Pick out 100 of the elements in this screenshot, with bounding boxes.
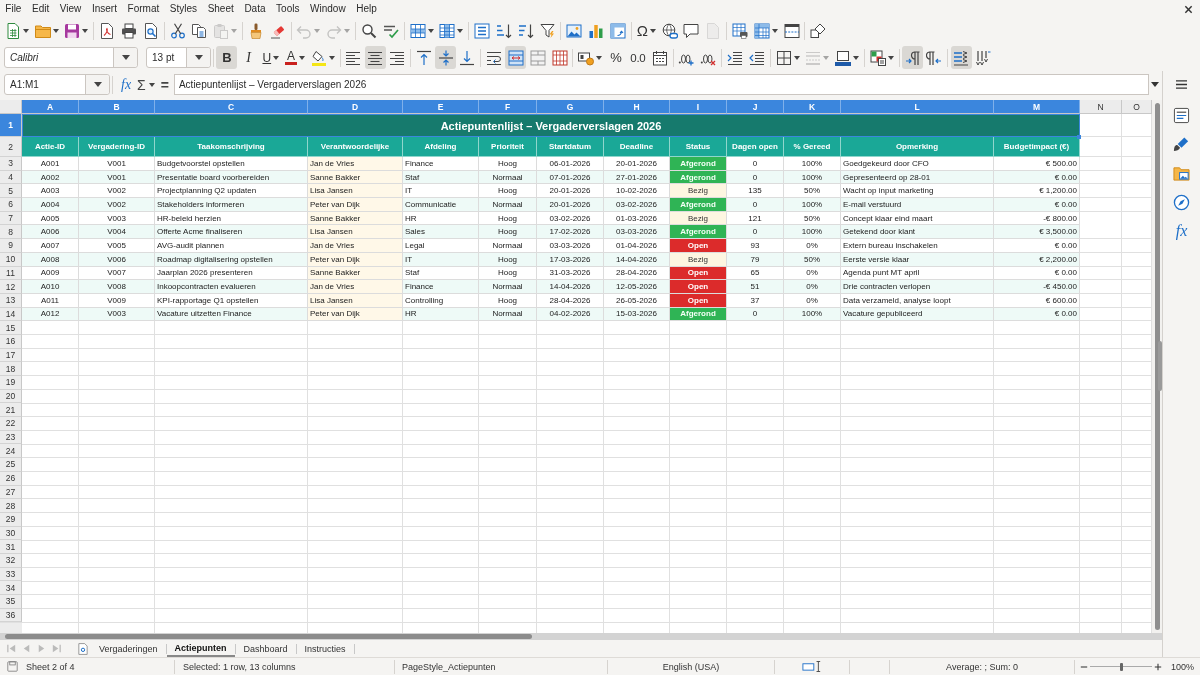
- column-header[interactable]: H: [604, 100, 670, 114]
- menu-item[interactable]: Format: [122, 1, 165, 17]
- percent-button[interactable]: %: [605, 46, 627, 70]
- name-box[interactable]: A1:M1: [4, 74, 110, 95]
- row-header[interactable]: 12: [0, 280, 22, 294]
- row-header[interactable]: 3: [0, 157, 22, 171]
- menu-item[interactable]: Edit: [26, 1, 55, 17]
- standard-button[interactable]: 0.0: [627, 46, 649, 70]
- table-cell: Finance: [403, 280, 479, 294]
- highlighter-icon: [310, 49, 327, 66]
- text-horizontal-button[interactable]: [950, 46, 972, 70]
- row-header[interactable]: 25: [0, 458, 22, 472]
- zoom-percentage[interactable]: 100%: [1171, 661, 1195, 672]
- page-plus-icon: [78, 642, 88, 655]
- formula-button[interactable]: =: [157, 74, 172, 95]
- function-wizard-button[interactable]: fx: [118, 74, 135, 95]
- row-header[interactable]: 9: [0, 239, 22, 253]
- sum-button[interactable]: Σ: [134, 74, 158, 95]
- banknote-icon: [578, 49, 595, 66]
- special-char-button[interactable]: Ω: [634, 19, 659, 43]
- row-header[interactable]: 31: [0, 540, 22, 554]
- column-header[interactable]: F: [479, 100, 537, 114]
- menu-item[interactable]: Window: [304, 1, 351, 17]
- row-header[interactable]: 21: [0, 403, 22, 418]
- sort-list-icon: [474, 23, 491, 40]
- column-header[interactable]: E: [403, 100, 479, 114]
- sidebar-handle[interactable]: [1158, 341, 1162, 391]
- sheet-tab[interactable]: Actiepunten: [166, 640, 235, 657]
- table-cell: 0: [727, 157, 784, 171]
- column-header[interactable]: I: [670, 100, 727, 114]
- ltr-button[interactable]: [902, 46, 924, 70]
- row-header[interactable]: 24: [0, 444, 22, 459]
- dropdown-button[interactable]: [85, 75, 109, 94]
- menu-item[interactable]: Help: [350, 1, 383, 17]
- printer-icon: [121, 23, 137, 40]
- properties-panel-icon: [1173, 106, 1190, 124]
- column-header[interactable]: C: [155, 100, 308, 114]
- row-header[interactable]: 6: [0, 198, 22, 212]
- menu-item[interactable]: File: [0, 1, 27, 17]
- row-header[interactable]: 35: [0, 595, 22, 609]
- page-style: PageStyle_Actiepunten: [402, 661, 496, 672]
- menu-item[interactable]: View: [54, 1, 87, 17]
- align-center-icon: [367, 49, 384, 66]
- row-header[interactable]: 1: [0, 114, 22, 137]
- sheet-tab[interactable]: Vergaderingen: [91, 640, 166, 657]
- table-cell: 14-04-2026: [537, 280, 604, 294]
- bold-button[interactable]: B: [216, 46, 238, 70]
- column-heading: Actie-ID: [22, 137, 79, 157]
- italic-button[interactable]: I: [238, 46, 260, 70]
- caret-icon: [298, 55, 305, 60]
- column-heading: Startdatum: [537, 137, 604, 157]
- row-header[interactable]: 2: [0, 137, 22, 157]
- row-header[interactable]: 19: [0, 376, 22, 390]
- zoom-in-button[interactable]: [1154, 662, 1162, 671]
- column-header[interactable]: A: [22, 100, 79, 114]
- column-header[interactable]: O: [1122, 100, 1152, 114]
- table-cell: A006: [22, 225, 79, 240]
- scrollbar-thumb[interactable]: [5, 634, 532, 639]
- column-header[interactable]: K: [784, 100, 841, 114]
- font-color-button[interactable]: A: [282, 46, 308, 70]
- selection-mode-icon[interactable]: [802, 660, 822, 673]
- row-header[interactable]: 15: [0, 321, 22, 335]
- menu-item[interactable]: Styles: [164, 1, 203, 17]
- font-name-combobox[interactable]: Calibri: [4, 47, 138, 69]
- table-cell: Budgetvoorstel opstellen: [155, 157, 308, 171]
- column-header[interactable]: G: [537, 100, 604, 114]
- underline-button[interactable]: U: [259, 46, 282, 70]
- column-header[interactable]: J: [727, 100, 784, 114]
- slider-thumb[interactable]: [1119, 662, 1123, 671]
- sheet-tab[interactable]: Dashboard: [235, 640, 296, 657]
- dropdown-button[interactable]: [186, 48, 210, 68]
- sheet-tab[interactable]: Instructies: [296, 640, 354, 657]
- add-sheet-button[interactable]: [75, 642, 91, 655]
- functions-button[interactable]: fx: [1168, 219, 1195, 243]
- font-size-combobox[interactable]: 13 pt: [146, 47, 211, 69]
- row-header[interactable]: 18: [0, 362, 22, 376]
- row-header[interactable]: 28: [0, 499, 22, 513]
- horizontal-scrollbar[interactable]: [0, 633, 1162, 640]
- language-indicator: English (USA): [662, 661, 720, 672]
- row-header[interactable]: 34: [0, 581, 22, 595]
- menu-item[interactable]: Sheet: [202, 1, 240, 17]
- menu-item[interactable]: Data: [239, 1, 271, 17]
- column-header[interactable]: N: [1080, 100, 1122, 114]
- column-header[interactable]: B: [79, 100, 155, 114]
- column-header[interactable]: M: [994, 100, 1080, 114]
- align-middle-button[interactable]: [435, 46, 457, 70]
- column-header[interactable]: D: [308, 100, 403, 114]
- fill-handle[interactable]: [1077, 135, 1081, 139]
- row-header[interactable]: 5: [0, 184, 22, 199]
- split-window-icon: [783, 23, 800, 40]
- formula-input[interactable]: Actiepuntenlijst – Vergaderverslagen 2026: [173, 74, 1149, 95]
- row-header[interactable]: 22: [0, 417, 22, 431]
- menu-item[interactable]: Tools: [270, 1, 305, 17]
- align-center-button[interactable]: [364, 46, 386, 70]
- caret-icon: [1150, 82, 1159, 87]
- eraser-icon: [269, 23, 286, 40]
- row-header[interactable]: 8: [0, 225, 22, 240]
- dropdown-button[interactable]: [113, 48, 137, 68]
- menu-item[interactable]: Insert: [86, 1, 123, 17]
- column-header[interactable]: L: [841, 100, 994, 114]
